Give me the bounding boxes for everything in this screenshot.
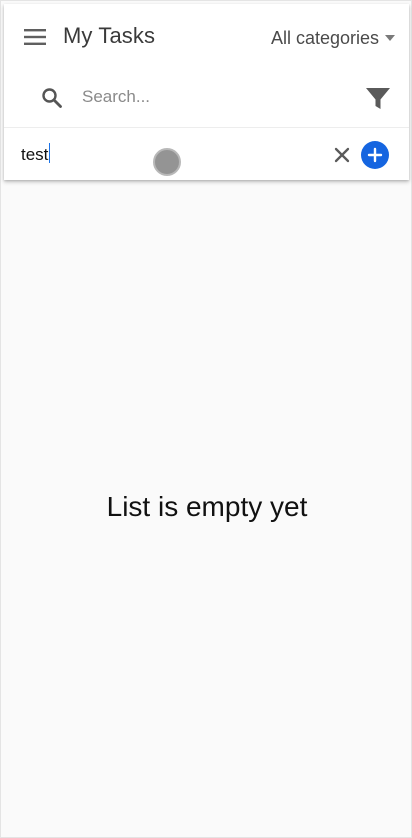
menu-icon[interactable] bbox=[22, 24, 48, 50]
search-icon bbox=[40, 86, 64, 110]
category-dropdown[interactable]: All categories bbox=[271, 26, 395, 50]
category-dropdown-label: All categories bbox=[270, 27, 379, 48]
filter-icon[interactable] bbox=[365, 86, 391, 112]
plus-icon bbox=[367, 147, 383, 163]
text-cursor bbox=[49, 143, 50, 163]
add-task-button[interactable] bbox=[361, 141, 389, 169]
page-title: My Tasks bbox=[63, 23, 156, 48]
close-icon[interactable] bbox=[332, 145, 352, 165]
top-toolbar: My Tasks All categories bbox=[4, 4, 409, 180]
search-bar bbox=[4, 64, 409, 128]
new-task-row bbox=[4, 129, 409, 180]
empty-list-message: List is empty yet bbox=[106, 491, 308, 522]
touch-indicator bbox=[153, 148, 181, 176]
app-screen: My Tasks All categories Search... test L… bbox=[0, 0, 412, 838]
search-input[interactable] bbox=[82, 83, 342, 111]
dropdown-arrow-icon bbox=[385, 35, 395, 41]
app-bar: My Tasks All categories bbox=[4, 4, 409, 64]
